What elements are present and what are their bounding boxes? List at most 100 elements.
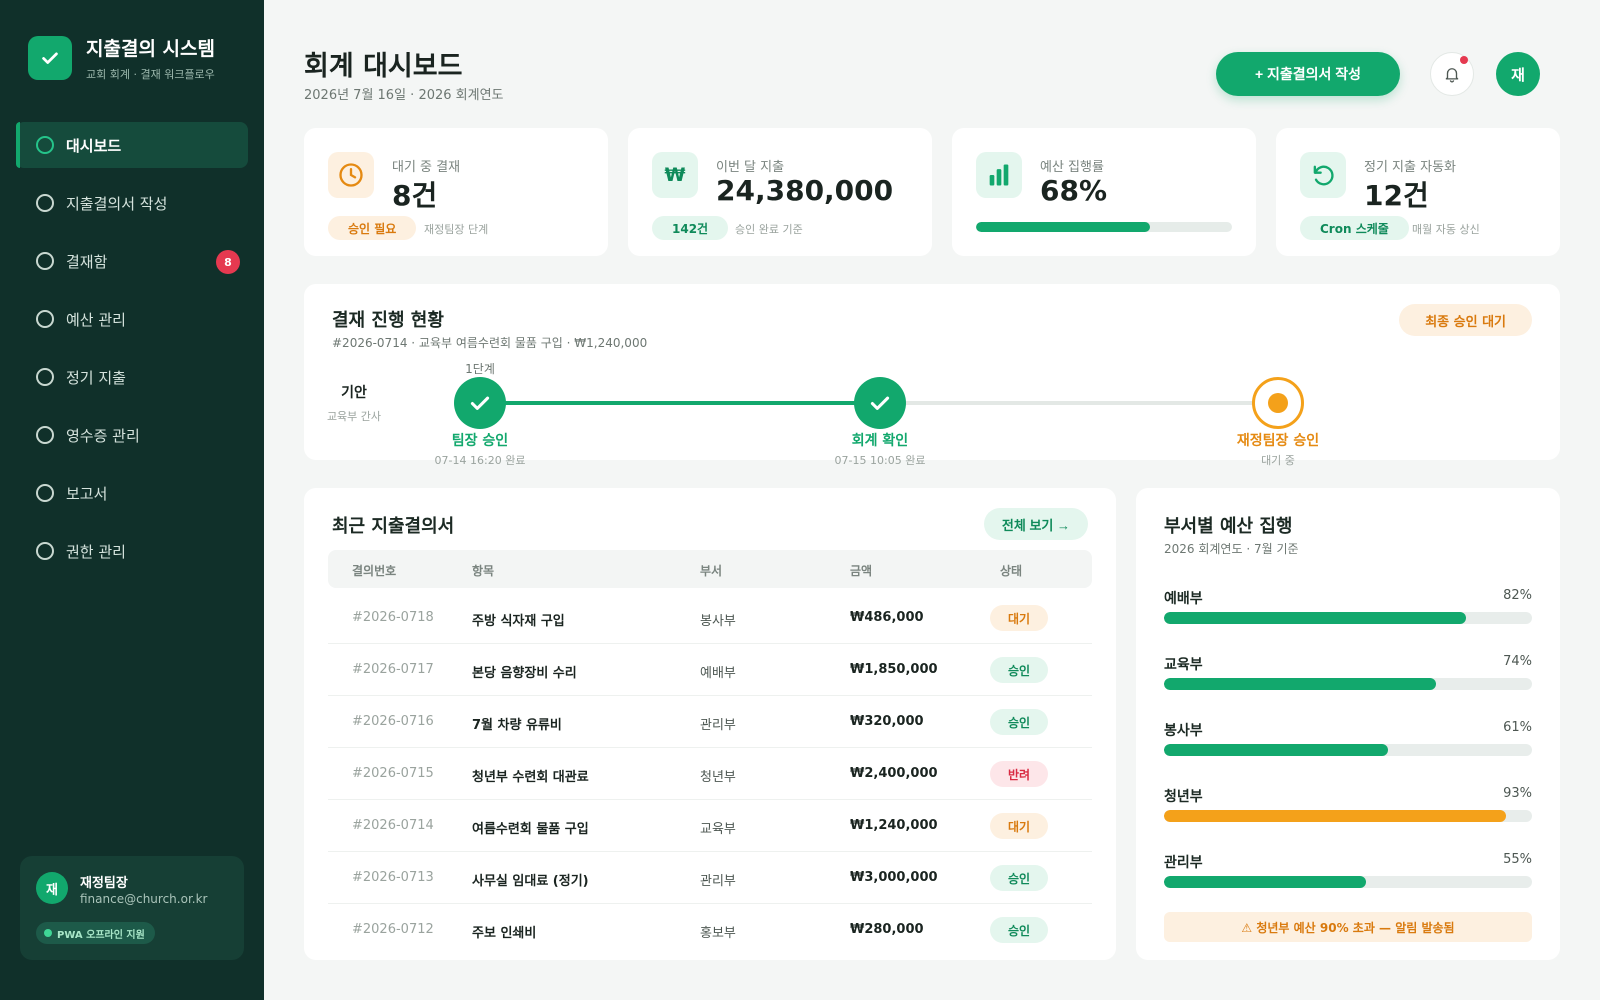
view-all-button[interactable]: 전체 보기 → (983, 508, 1088, 540)
stat-value: 12건 (1364, 179, 1429, 212)
stat-note: 매월 자동 상신 (1412, 223, 1480, 236)
won-icon: ₩ (652, 152, 698, 198)
department-percent: 55% (1503, 852, 1532, 867)
sidebar-item-recurring[interactable]: 정기 지출 (16, 354, 248, 400)
department-name: 봉사부 (1164, 723, 1203, 739)
expense-item: 주방 식자재 구입 (472, 614, 565, 629)
bar-chart-icon (976, 152, 1022, 198)
department-percent: 93% (1503, 786, 1532, 801)
table-row[interactable]: #2026-0712 주보 인쇄비 홍보부 ₩280,000 승인 (328, 904, 1092, 956)
step-note: 07-14 16:20 완료 (434, 454, 526, 467)
stat-value: 8건 (392, 179, 438, 212)
budget-bar (1164, 612, 1532, 624)
brand-title: 지출결의 시스템 (86, 38, 215, 60)
sidebar-item-label: 영수증 관리 (66, 426, 140, 445)
department-name: 관리부 (1164, 855, 1203, 871)
check-logo-icon (28, 36, 72, 80)
sidebar-item-label: 보고서 (66, 484, 108, 503)
department-budget-card: 부서별 예산 집행 2026 회계연도 · 7월 기준 예배부 82% 교육부 74%… (1136, 488, 1560, 960)
expense-item: 사무실 임대료 (정기) (472, 874, 589, 889)
table-row[interactable]: #2026-0718 주방 식자재 구입 봉사부 ₩486,000 대기 (328, 592, 1092, 644)
expense-item: 본당 음향장비 수리 (472, 666, 577, 681)
expense-amount: ₩280,000 (850, 922, 924, 937)
status-badge: 승인 (990, 709, 1048, 735)
notification-dot (1460, 56, 1468, 64)
department-percent: 74% (1503, 654, 1532, 669)
new-expense-button[interactable]: + 지출결의서 작성 (1216, 52, 1400, 96)
avatar: 재 (36, 872, 68, 904)
step-role: 교육부 간사 (326, 410, 382, 423)
sidebar-item-write-expense[interactable]: 지출결의서 작성 (16, 180, 248, 226)
clock-icon (328, 152, 374, 198)
circle-icon (36, 542, 54, 560)
status-badge: 반려 (990, 761, 1048, 787)
sidebar-item-receipts[interactable]: 영수증 관리 (16, 412, 248, 458)
workflow-subtitle: #2026-0714 · 교육부 여름수련회 물품 구입 · ₩1,240,00… (332, 336, 648, 350)
stat-card-pending: 대기 중 결재 8건 승인 필요 재정팀장 단계 (304, 128, 608, 256)
sidebar-item-dashboard[interactable]: 대시보드 (16, 122, 248, 168)
sidebar-item-permissions[interactable]: 권한 관리 (16, 528, 248, 574)
brand-subtitle: 교회 회계 · 결재 워크플로우 (86, 68, 215, 81)
sidebar-item-label: 권한 관리 (66, 542, 126, 561)
sidebar-item-budget[interactable]: 예산 관리 (16, 296, 248, 342)
column-header: 결의번호 (352, 564, 397, 578)
expense-amount: ₩486,000 (850, 610, 924, 625)
expense-dept: 봉사부 (700, 614, 736, 629)
expense-amount: ₩1,240,000 (850, 818, 938, 833)
status-badge: 승인 (990, 865, 1048, 891)
expense-id: #2026-0712 (352, 922, 434, 937)
expense-dept: 교육부 (700, 822, 736, 837)
column-header: 항목 (472, 564, 495, 578)
expense-id: #2026-0715 (352, 766, 434, 781)
stat-card-spend: ₩ 이번 달 지출 24,380,000 142건 승인 완료 기준 (628, 128, 932, 256)
expense-amount: ₩2,400,000 (850, 766, 938, 781)
bell-icon (1445, 68, 1459, 83)
table-row[interactable]: #2026-0713 사무실 임대료 (정기) 관리부 ₩3,000,000 승인 (328, 852, 1092, 904)
table-row[interactable]: #2026-0717 본당 음향장비 수리 예배부 ₩1,850,000 승인 (328, 644, 1092, 696)
expense-item: 주보 인쇄비 (472, 926, 537, 941)
department-name: 교육부 (1164, 657, 1203, 673)
budget-bar (1164, 678, 1532, 690)
recent-expenses-card: 최근 지출결의서 전체 보기 → 결의번호 항목 부서 금액 상태 #2026-… (304, 488, 1116, 960)
table-row[interactable]: #2026-0714 여름수련회 물품 구입 교육부 ₩1,240,000 대기 (328, 800, 1092, 852)
column-header: 금액 (850, 564, 873, 578)
check-icon (470, 396, 490, 410)
expense-id: #2026-0714 (352, 818, 434, 833)
expense-amount: ₩3,000,000 (850, 870, 938, 885)
table-header: 결의번호 항목 부서 금액 상태 (328, 550, 1092, 588)
table-row[interactable]: #2026-0716 7월 차량 유류비 관리부 ₩320,000 승인 (328, 696, 1092, 748)
step-note: 대기 중 (1261, 454, 1295, 467)
budget-alert: ⚠ 청년부 예산 90% 초과 — 알림 발송됨 (1164, 912, 1532, 942)
budget-bar-fill (1164, 612, 1466, 624)
step-pending-node (1252, 377, 1304, 429)
circle-icon (36, 310, 54, 328)
cron-badge: Cron 스케줄 (1300, 216, 1409, 240)
status-badge: 대기 (990, 605, 1048, 631)
step-draft: 기안 교육부 간사 (324, 382, 384, 424)
stat-label: 정기 지출 자동화 (1364, 160, 1456, 175)
step-name: 회계 확인 (851, 433, 909, 449)
refresh-icon (1300, 152, 1346, 198)
expense-item: 청년부 수련회 대관료 (472, 770, 589, 785)
sidebar-item-approval-box[interactable]: 결재함 8 (16, 238, 248, 284)
expense-dept: 청년부 (700, 770, 736, 785)
sidebar-item-reports[interactable]: 보고서 (16, 470, 248, 516)
user-card[interactable]: 재 재정팀장 finance@church.or.kr PWA 오프라인 지원 (20, 856, 244, 960)
budget-bar-fill (1164, 744, 1389, 756)
step-name: 재정팀장 승인 (1236, 433, 1320, 449)
stat-note: 재정팀장 단계 (424, 223, 489, 236)
table-row[interactable]: #2026-0715 청년부 수련회 대관료 청년부 ₩2,400,000 반려 (328, 748, 1092, 800)
sidebar-item-label: 결재함 (66, 252, 108, 271)
user-avatar-button[interactable]: 재 (1496, 52, 1540, 96)
expense-id: #2026-0718 (352, 610, 434, 625)
notification-button[interactable] (1430, 52, 1474, 96)
brand: 지출결의 시스템 교회 회계 · 결재 워크플로우 (28, 34, 215, 82)
status-dot-icon (44, 929, 52, 937)
status-badge: 대기 (990, 813, 1048, 839)
section-subtitle: 2026 회계연도 · 7월 기준 (1164, 542, 1299, 556)
budget-bar-fill (1164, 810, 1507, 822)
status-badge: 승인 (990, 917, 1048, 943)
stage-label: 1단계 (465, 362, 495, 376)
circle-icon (36, 194, 54, 212)
circle-icon (36, 252, 54, 270)
